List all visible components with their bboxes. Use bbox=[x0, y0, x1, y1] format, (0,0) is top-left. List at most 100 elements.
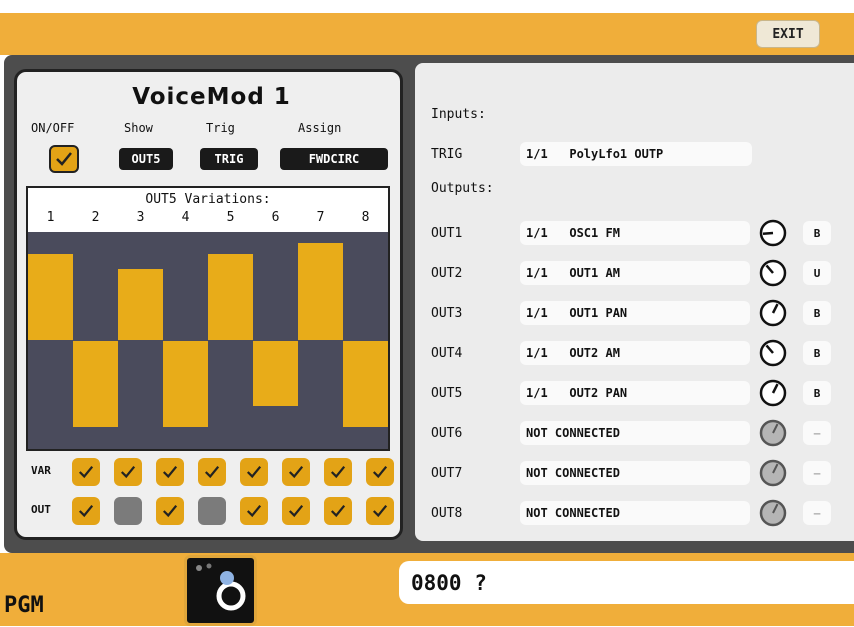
output-label: OUT5 bbox=[431, 386, 463, 401]
check-icon bbox=[56, 152, 72, 166]
out-checkbox[interactable] bbox=[198, 497, 226, 525]
output-label: OUT1 bbox=[431, 226, 463, 241]
trig-select[interactable]: TRIG bbox=[200, 148, 258, 170]
var-row-label: VAR bbox=[31, 464, 51, 477]
output-destination-field[interactable]: NOT CONNECTED bbox=[520, 461, 750, 485]
check-icon bbox=[246, 465, 262, 479]
check-icon bbox=[372, 465, 388, 479]
inputs-label: Inputs: bbox=[431, 107, 486, 122]
output-mode-button[interactable]: B bbox=[803, 221, 831, 245]
knob-icon[interactable] bbox=[759, 259, 787, 287]
var-checkbox[interactable] bbox=[72, 458, 100, 486]
module-panel: VoiceMod 1 ON/OFF Show Trig Assign OUT5 … bbox=[14, 69, 403, 540]
var-checkbox[interactable] bbox=[114, 458, 142, 486]
out-checkbox[interactable] bbox=[72, 497, 100, 525]
variation-bar[interactable] bbox=[253, 340, 298, 406]
output-label: OUT3 bbox=[431, 306, 463, 321]
variation-number: 4 bbox=[181, 210, 190, 225]
outputs-label: Outputs: bbox=[431, 181, 494, 196]
var-checkbox[interactable] bbox=[156, 458, 184, 486]
program-dial-icon bbox=[196, 563, 246, 611]
variation-bar[interactable] bbox=[343, 340, 388, 428]
output-label: OUT8 bbox=[431, 506, 463, 521]
output-label: OUT4 bbox=[431, 346, 463, 361]
var-checkbox[interactable] bbox=[282, 458, 310, 486]
knob-icon[interactable] bbox=[759, 419, 787, 447]
variation-numbers: 1 2 3 4 5 6 7 8 bbox=[28, 210, 388, 228]
out-checkbox[interactable] bbox=[282, 497, 310, 525]
trig-input-label: TRIG bbox=[431, 147, 463, 162]
variations-title: OUT5 Variations: bbox=[145, 192, 271, 207]
variation-number: 5 bbox=[226, 210, 235, 225]
variation-bar[interactable] bbox=[73, 340, 118, 428]
knob-icon[interactable] bbox=[759, 219, 787, 247]
show-select[interactable]: OUT5 bbox=[119, 148, 173, 170]
variation-number: 8 bbox=[361, 210, 370, 225]
module-title: VoiceMod 1 bbox=[132, 84, 291, 110]
routing-panel: Inputs: TRIG 1/1 PolyLfo1 OUTP Outputs: … bbox=[415, 63, 854, 541]
trig-input-field[interactable]: 1/1 PolyLfo1 OUTP bbox=[520, 142, 752, 166]
out-row-label: OUT bbox=[31, 503, 51, 516]
out-checkbox[interactable] bbox=[114, 497, 142, 525]
variation-number: 1 bbox=[46, 210, 55, 225]
variation-levels[interactable] bbox=[28, 232, 388, 449]
knob-icon[interactable] bbox=[759, 339, 787, 367]
check-icon bbox=[288, 504, 304, 518]
output-destination-field[interactable]: 1/1 OUT1 AM bbox=[520, 261, 750, 285]
output-mode-button[interactable]: – bbox=[803, 501, 831, 525]
onoff-label: ON/OFF bbox=[31, 121, 75, 135]
check-icon bbox=[288, 465, 304, 479]
knob-icon[interactable] bbox=[759, 499, 787, 527]
variation-bar[interactable] bbox=[208, 253, 253, 341]
output-mode-button[interactable]: – bbox=[803, 461, 831, 485]
check-icon bbox=[372, 504, 388, 518]
output-destination-field[interactable]: 1/1 OUT1 PAN bbox=[520, 301, 750, 325]
out-checkbox[interactable] bbox=[156, 497, 184, 525]
output-destination-field[interactable]: NOT CONNECTED bbox=[520, 501, 750, 525]
output-label: OUT7 bbox=[431, 466, 463, 481]
variation-bar[interactable] bbox=[28, 253, 73, 341]
exit-button[interactable]: EXIT bbox=[756, 20, 820, 48]
show-label: Show bbox=[124, 121, 153, 135]
check-icon bbox=[162, 504, 178, 518]
output-destination-field[interactable]: 1/1 OUT2 PAN bbox=[520, 381, 750, 405]
output-destination-field[interactable]: NOT CONNECTED bbox=[520, 421, 750, 445]
var-checkbox[interactable] bbox=[198, 458, 226, 486]
output-destination-field[interactable]: 1/1 OUT2 AM bbox=[520, 341, 750, 365]
out-checkbox[interactable] bbox=[324, 497, 352, 525]
output-mode-button[interactable]: – bbox=[803, 421, 831, 445]
output-mode-button[interactable]: B bbox=[803, 381, 831, 405]
variations-graph: OUT5 Variations: 1 2 3 4 5 6 7 8 bbox=[26, 186, 390, 451]
variation-bar[interactable] bbox=[163, 340, 208, 428]
assign-label: Assign bbox=[298, 121, 342, 135]
onoff-toggle[interactable] bbox=[49, 145, 79, 173]
assign-select[interactable]: FWDCIRC bbox=[280, 148, 388, 170]
check-icon bbox=[330, 504, 346, 518]
output-mode-button[interactable]: U bbox=[803, 261, 831, 285]
out-checkbox[interactable] bbox=[240, 497, 268, 525]
var-checkbox[interactable] bbox=[366, 458, 394, 486]
knob-icon[interactable] bbox=[759, 379, 787, 407]
output-destination-field[interactable]: 1/1 OSC1 FM bbox=[520, 221, 750, 245]
variation-bar[interactable] bbox=[298, 242, 343, 341]
var-checkbox[interactable] bbox=[240, 458, 268, 486]
check-icon bbox=[204, 465, 220, 479]
check-icon bbox=[78, 504, 94, 518]
output-label: OUT6 bbox=[431, 426, 463, 441]
program-display[interactable]: 0800 ? bbox=[399, 561, 854, 604]
variation-number: 2 bbox=[91, 210, 100, 225]
knob-icon[interactable] bbox=[759, 299, 787, 327]
program-dial-button[interactable] bbox=[184, 555, 257, 626]
check-icon bbox=[78, 465, 94, 479]
output-label: OUT2 bbox=[431, 266, 463, 281]
knob-icon[interactable] bbox=[759, 459, 787, 487]
check-icon bbox=[120, 465, 136, 479]
output-mode-button[interactable]: B bbox=[803, 301, 831, 325]
output-mode-button[interactable]: B bbox=[803, 341, 831, 365]
variation-number: 7 bbox=[316, 210, 325, 225]
variation-bar[interactable] bbox=[118, 268, 163, 341]
var-checkbox[interactable] bbox=[324, 458, 352, 486]
out-checkbox[interactable] bbox=[366, 497, 394, 525]
trig-label: Trig bbox=[206, 121, 235, 135]
pgm-label: PGM bbox=[4, 593, 44, 618]
